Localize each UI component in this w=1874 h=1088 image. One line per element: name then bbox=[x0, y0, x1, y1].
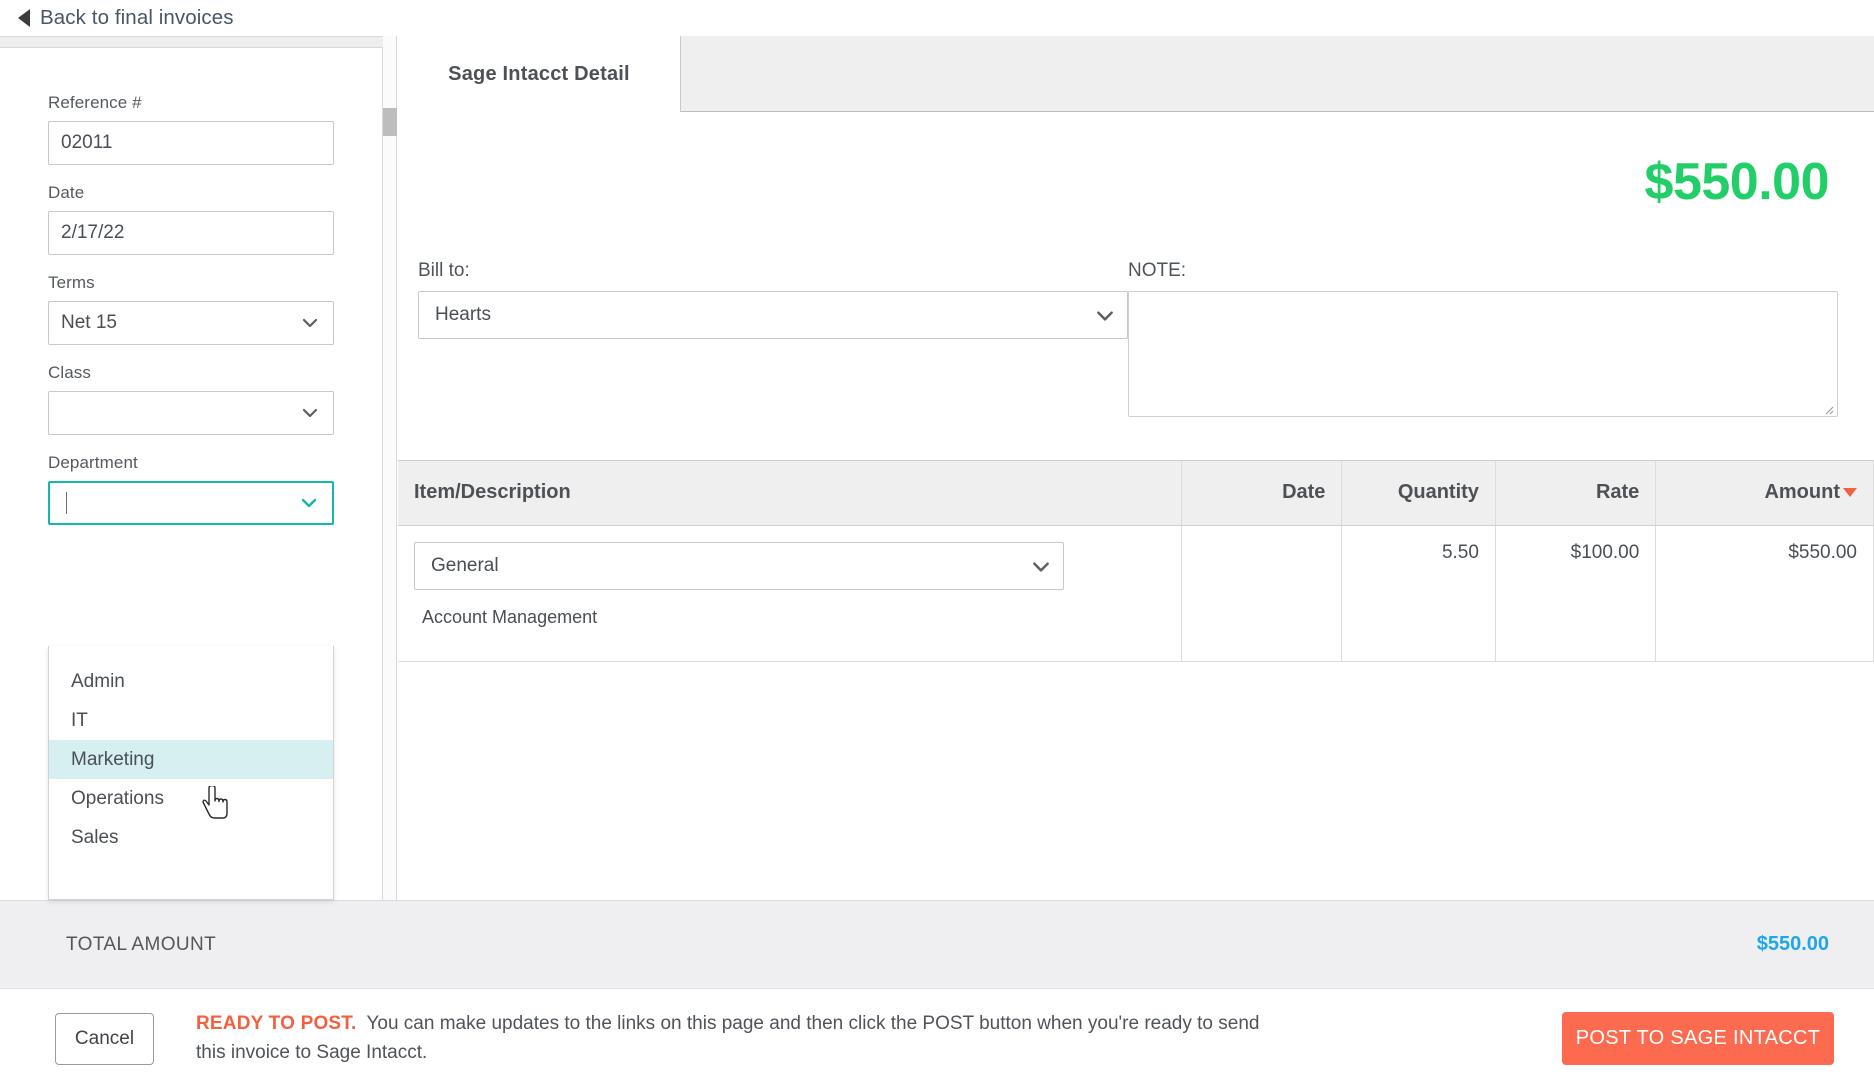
back-to-final-invoices-link[interactable]: Back to final invoices bbox=[40, 6, 234, 30]
note-group: NOTE: bbox=[1128, 260, 1838, 417]
invoice-detail-page: Back to final invoices Reference # 02011… bbox=[0, 0, 1874, 1088]
status-message: READY TO POST. You can make updates to th… bbox=[196, 1010, 1286, 1067]
chevron-down-icon[interactable] bbox=[300, 494, 318, 512]
cell-rate: $100.00 bbox=[1495, 525, 1657, 662]
line-items-table-wrapper: Item/Description Date Quantity Rate Amou… bbox=[398, 460, 1874, 900]
total-amount-value: $550.00 bbox=[1756, 933, 1829, 955]
sort-descending-icon bbox=[1843, 488, 1857, 498]
post-to-sage-intacct-button[interactable]: POST TO SAGE INTACCT bbox=[1562, 1012, 1834, 1065]
content-area: Reference # 02011 Date 2/17/22 Terms Net… bbox=[0, 36, 1874, 900]
table-body: General Account Management 5.50 $100.00 bbox=[398, 525, 1874, 662]
field-reference: Reference # 02011 bbox=[48, 93, 338, 165]
field-label-date: Date bbox=[48, 183, 85, 202]
field-label-department: Department bbox=[48, 453, 138, 472]
column-header-item[interactable]: Item/Description bbox=[398, 461, 1183, 526]
back-bar: Back to final invoices bbox=[0, 0, 1874, 36]
cancel-button[interactable]: Cancel bbox=[55, 1012, 154, 1065]
column-header-amount-label: Amount bbox=[1764, 481, 1840, 504]
dropdown-option-admin[interactable]: Admin bbox=[49, 662, 333, 701]
terms-value: Net 15 bbox=[61, 312, 117, 333]
chevron-down-icon bbox=[1095, 306, 1113, 324]
dropdown-option-it[interactable]: IT bbox=[49, 701, 333, 740]
dropdown-option-marketing[interactable]: Marketing bbox=[49, 740, 333, 779]
field-label-reference: Reference # bbox=[48, 93, 142, 112]
invoice-detail-panel: Sage Intacct Detail $550.00 Bill to: Hea… bbox=[398, 36, 1874, 900]
column-header-quantity[interactable]: Quantity bbox=[1341, 461, 1496, 526]
note-label: NOTE: bbox=[1128, 260, 1187, 281]
ready-to-post-badge: READY TO POST. bbox=[196, 1013, 357, 1034]
cell-item: General Account Management bbox=[398, 525, 1183, 662]
invoice-meta-row: Bill to: Hearts NOTE: bbox=[398, 260, 1874, 440]
item-description: Account Management bbox=[422, 606, 598, 627]
field-label-terms: Terms bbox=[48, 273, 95, 292]
bill-to-label: Bill to: bbox=[418, 260, 470, 281]
column-header-rate[interactable]: Rate bbox=[1495, 461, 1657, 526]
chevron-down-icon bbox=[301, 314, 319, 332]
chevron-down-icon bbox=[1031, 557, 1049, 575]
action-bar: Cancel READY TO POST. You can make update… bbox=[0, 988, 1874, 1088]
invoice-form-sidebar: Reference # 02011 Date 2/17/22 Terms Net… bbox=[0, 36, 383, 900]
field-label-class: Class bbox=[48, 363, 92, 382]
scrollbar-thumb[interactable] bbox=[383, 108, 397, 136]
note-textarea[interactable] bbox=[1128, 291, 1838, 417]
total-amount-label: TOTAL AMOUNT bbox=[66, 933, 217, 955]
cell-quantity: 5.50 bbox=[1341, 525, 1496, 662]
table-header-row: Item/Description Date Quantity Rate Amou… bbox=[398, 461, 1874, 526]
cell-date bbox=[1181, 525, 1343, 662]
invoice-total-display: $550.00 bbox=[1644, 153, 1830, 211]
triangle-left-icon bbox=[18, 9, 30, 27]
table-row: General Account Management 5.50 $100.00 bbox=[398, 525, 1874, 662]
class-select[interactable] bbox=[48, 391, 334, 435]
column-header-date[interactable]: Date bbox=[1181, 461, 1343, 526]
line-items-table: Item/Description Date Quantity Rate Amou… bbox=[398, 461, 1874, 662]
sidebar-fields: Reference # 02011 Date 2/17/22 Terms Net… bbox=[48, 93, 338, 543]
bill-to-group: Bill to: Hearts bbox=[418, 260, 1128, 339]
date-input[interactable]: 2/17/22 bbox=[48, 211, 334, 255]
text-caret bbox=[66, 492, 67, 514]
terms-select[interactable]: Net 15 bbox=[48, 301, 334, 345]
reference-number-input[interactable]: 02011 bbox=[48, 121, 334, 165]
field-class: Class bbox=[48, 363, 338, 435]
cell-amount: $550.00 bbox=[1655, 525, 1874, 662]
tab-bar: Sage Intacct Detail bbox=[398, 36, 1874, 112]
bill-to-value: Hearts bbox=[435, 304, 491, 325]
chevron-down-icon bbox=[301, 404, 319, 422]
resize-handle-icon[interactable] bbox=[1822, 402, 1834, 415]
dropdown-option-sales[interactable]: Sales bbox=[49, 818, 333, 857]
date-value: 2/17/22 bbox=[61, 222, 125, 243]
dropdown-option-operations[interactable]: Operations bbox=[49, 779, 333, 818]
column-header-amount[interactable]: Amount bbox=[1655, 461, 1874, 526]
reference-number-value: 02011 bbox=[61, 132, 113, 153]
bill-to-select[interactable]: Hearts bbox=[418, 291, 1128, 339]
field-date: Date 2/17/22 bbox=[48, 183, 338, 255]
total-amount-bar: TOTAL AMOUNT $550.00 bbox=[0, 900, 1874, 988]
field-terms: Terms Net 15 bbox=[48, 273, 338, 345]
department-dropdown-list[interactable]: Admin IT Marketing Operations Sales bbox=[48, 646, 334, 900]
sidebar-scrollbar[interactable] bbox=[383, 36, 397, 900]
department-select[interactable] bbox=[48, 481, 334, 525]
item-value: General bbox=[431, 554, 499, 576]
field-department: Department bbox=[48, 453, 338, 525]
table-header: Item/Description Date Quantity Rate Amou… bbox=[398, 461, 1874, 526]
tab-sage-intacct-detail[interactable]: Sage Intacct Detail bbox=[398, 36, 681, 112]
item-select[interactable]: General bbox=[414, 541, 1064, 590]
